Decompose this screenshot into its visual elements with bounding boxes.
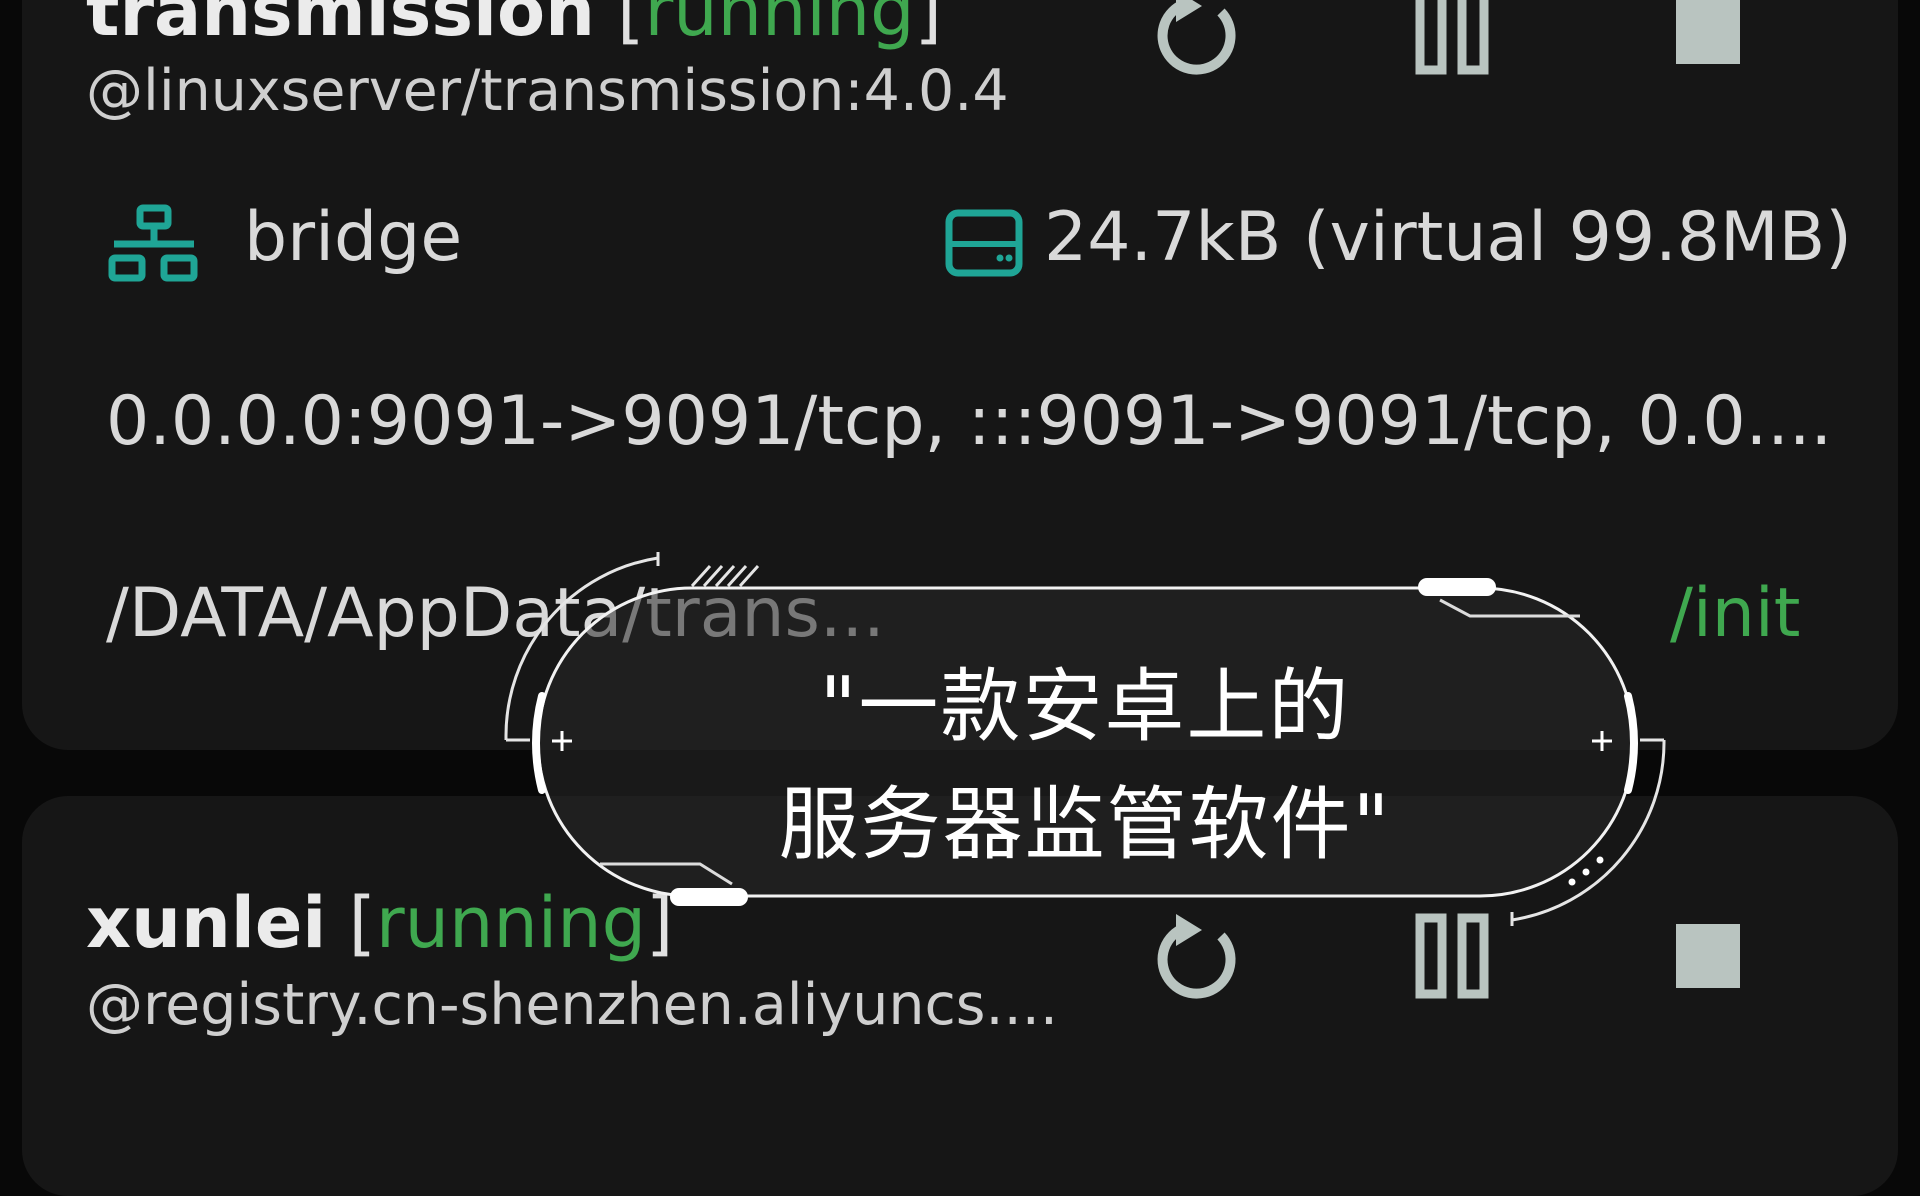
status-bracket-open: [	[348, 882, 376, 964]
stop-icon	[1676, 924, 1740, 988]
pause-icon	[1415, 0, 1489, 75]
container-title: transmission [running]	[86, 0, 942, 52]
network-mode: bridge	[244, 198, 463, 277]
command-value: /init	[1670, 574, 1801, 653]
container-image: @linuxserver/transmission:4.0.4	[86, 58, 1009, 124]
network-icon	[106, 204, 202, 284]
stop-icon	[1676, 0, 1740, 64]
size-value: 24.7kB (virtual 99.8MB)	[1044, 198, 1852, 277]
container-image: @registry.cn-shenzhen.aliyuncs....	[86, 972, 1058, 1038]
status-bracket-open: [	[617, 0, 645, 52]
stop-button[interactable]	[1662, 908, 1762, 1008]
ports-value: 0.0.0.0:9091->9091/tcp, :::9091->9091/tc…	[106, 382, 1833, 461]
container-name: transmission	[86, 0, 595, 52]
restart-button[interactable]	[1146, 0, 1246, 84]
caption-line-1: "一款安卓上的	[819, 660, 1351, 753]
caption-line-2: 服务器监管软件"	[778, 778, 1392, 871]
restart-icon	[1157, 0, 1236, 75]
stop-button[interactable]	[1662, 0, 1762, 84]
pause-button[interactable]	[1406, 0, 1506, 84]
status-bracket-close: ]	[914, 0, 942, 52]
status-badge: running	[644, 0, 915, 52]
container-name: xunlei	[86, 882, 327, 964]
caption-overlay: "一款安卓上的 服务器监管软件"	[500, 548, 1670, 928]
disk-icon	[944, 208, 1024, 278]
